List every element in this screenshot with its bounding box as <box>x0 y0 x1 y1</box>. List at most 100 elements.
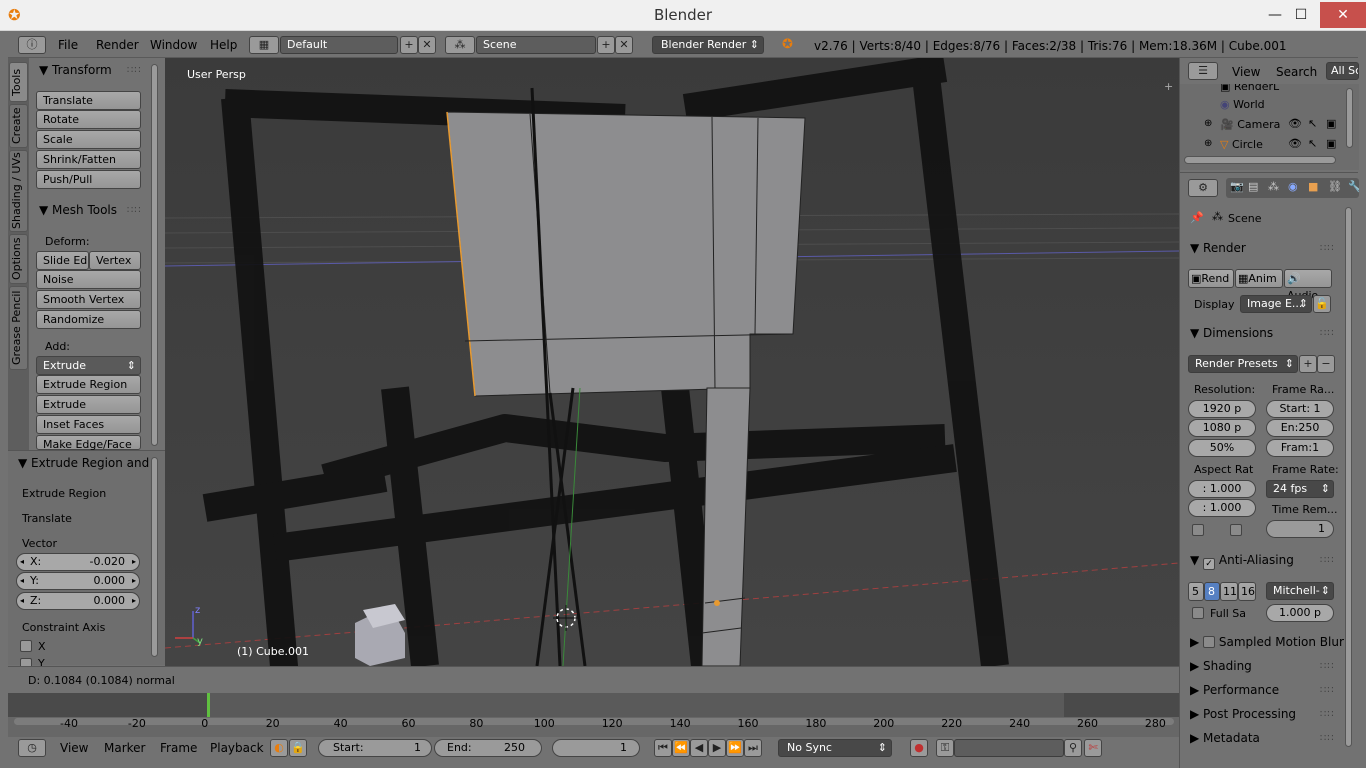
extrude-select[interactable]: Extrude ⇕ <box>36 356 141 375</box>
close-button[interactable]: ✕ <box>1320 2 1366 28</box>
timeline-menu-marker[interactable]: Marker <box>104 741 145 755</box>
operator-panel-header[interactable]: ▼ Extrude Region and <box>18 456 149 470</box>
editor-type-timeline-icon[interactable]: ◷ <box>18 739 46 757</box>
anti-aliasing-panel-header[interactable]: ▼ ✓ Anti-Aliasing <box>1190 553 1294 570</box>
anti-aliasing-checkbox[interactable]: ✓ <box>1203 558 1216 570</box>
decrement-icon[interactable]: ◂ <box>20 573 24 589</box>
end-frame-field[interactable]: End: 250 <box>434 739 542 757</box>
layers-tab-icon[interactable]: ▤ <box>1248 180 1258 193</box>
drag-handle-icon[interactable]: ∷∷ <box>1320 733 1335 744</box>
tab-tools[interactable]: Tools <box>9 62 28 102</box>
toolshelf-scrollbar[interactable] <box>151 64 158 446</box>
aa-filter-select[interactable]: Mitchell- ⇕ <box>1266 582 1334 600</box>
object-tab-icon[interactable]: ■ <box>1308 180 1318 193</box>
resolution-y-field[interactable]: 1080 p <box>1188 419 1256 437</box>
outliner-hscrollbar[interactable] <box>1184 156 1336 164</box>
outliner-menu-view[interactable]: View <box>1232 65 1260 79</box>
sync-mode-select[interactable]: No Sync ⇕ <box>778 739 892 757</box>
drag-handle-icon[interactable]: ∷∷ <box>1320 661 1335 672</box>
crop-checkbox[interactable] <box>1230 524 1242 536</box>
drag-handle-icon[interactable]: ∷∷ <box>1320 685 1335 696</box>
3d-viewport[interactable]: z y User Persp (1) Cube.001 + <box>165 58 1179 666</box>
resolution-percent-field[interactable]: 50% <box>1188 439 1256 457</box>
prev-keyframe-icon[interactable]: ⏪ <box>672 739 690 757</box>
aspect-y-field[interactable]: : 1.000 <box>1188 499 1256 517</box>
render-animation-button[interactable]: ▦Anim <box>1235 269 1283 288</box>
vertex-point[interactable] <box>714 600 720 606</box>
expand-circle-icon[interactable]: ⊕ <box>1204 138 1212 149</box>
add-preset-icon[interactable]: + <box>1299 355 1317 373</box>
add-scene-icon[interactable]: + <box>597 36 615 54</box>
drag-handle-icon[interactable]: ∷∷ <box>127 65 142 76</box>
outliner-filter-select[interactable]: All Sc <box>1326 62 1359 80</box>
menu-help[interactable]: Help <box>210 38 237 52</box>
render-audio-button[interactable]: 🔊Audio <box>1284 269 1332 302</box>
viewport-scene[interactable]: z y <box>165 58 1179 666</box>
keying-set-field[interactable] <box>954 739 1064 757</box>
motion-blur-panel-header[interactable]: ▶ Sampled Motion Blur <box>1190 635 1344 649</box>
aa-samples-16[interactable]: 16 <box>1238 582 1256 601</box>
tab-shading-uvs[interactable]: Shading / UVs <box>9 150 28 232</box>
timeline[interactable]: -40 -20 0 20 40 60 80 100 120 140 160 180 200 220 240 2… <box>8 693 1179 737</box>
vertex-slide-button[interactable]: Vertex <box>89 251 141 270</box>
frame-end-field[interactable]: En:250 <box>1266 419 1334 437</box>
editor-type-outliner-icon[interactable]: ☰ <box>1188 62 1218 80</box>
mesh-tools-panel-header[interactable]: ▼ Mesh Tools <box>39 203 117 217</box>
lock-icon[interactable]: 🔒 <box>289 739 307 757</box>
render-engine-select[interactable]: Blender Render ⇕ <box>652 36 764 54</box>
play-icon[interactable]: ▶ <box>708 739 726 757</box>
frame-rate-select[interactable]: 24 fps ⇕ <box>1266 480 1334 498</box>
vector-x-field[interactable]: ◂ X: -0.020 ▸ <box>16 553 140 571</box>
scene-field[interactable]: Scene <box>476 36 596 54</box>
delete-keyframe-icon[interactable]: ✄ <box>1084 739 1102 757</box>
constraint-tab-icon[interactable]: ⛓ <box>1328 180 1342 193</box>
rotate-button[interactable]: Rotate <box>36 110 141 129</box>
plus-icon[interactable]: + <box>1164 80 1173 93</box>
maximize-button[interactable]: ☐ <box>1282 2 1320 28</box>
decrement-icon[interactable]: ◂ <box>20 554 24 570</box>
start-frame-field[interactable]: Start: 1 <box>318 739 432 757</box>
border-checkbox[interactable] <box>1192 524 1204 536</box>
remove-preset-icon[interactable]: − <box>1317 355 1335 373</box>
noise-button[interactable]: Noise <box>36 270 141 289</box>
aspect-x-field[interactable]: : 1.000 <box>1188 480 1256 498</box>
translate-button[interactable]: Translate <box>36 91 141 110</box>
shrink-fatten-button[interactable]: Shrink/Fatten <box>36 150 141 169</box>
tab-grease-pencil[interactable]: Grease Pencil <box>9 286 28 370</box>
render-presets-select[interactable]: Render Presets ⇕ <box>1188 355 1298 373</box>
post-processing-panel-header[interactable]: ▶ Post Processing <box>1190 707 1296 721</box>
resolution-x-field[interactable]: 1920 p <box>1188 400 1256 418</box>
jump-end-icon[interactable]: ⏭ <box>744 739 762 757</box>
scene-tab-icon[interactable]: ⁂ <box>1268 180 1279 193</box>
lock-interface-icon[interactable]: 🔓 <box>1313 295 1331 313</box>
inset-faces-button[interactable]: Inset Faces <box>36 415 141 434</box>
menu-render[interactable]: Render <box>96 38 139 52</box>
render-camera-icon[interactable]: ▣ <box>1326 137 1336 150</box>
drag-handle-icon[interactable]: ∷∷ <box>127 205 142 216</box>
drag-handle-icon[interactable]: ∷∷ <box>1320 243 1335 254</box>
drag-handle-icon[interactable]: ∷∷ <box>1320 555 1335 566</box>
aa-samples-11[interactable]: 11 <box>1220 582 1238 601</box>
outliner-item-renderlayers[interactable]: ▣ RenderL <box>1220 84 1279 93</box>
render-panel-header[interactable]: ▼ Render <box>1190 241 1246 255</box>
timeline-menu-playback[interactable]: Playback <box>210 741 264 755</box>
aa-samples-8[interactable]: 8 <box>1204 582 1220 601</box>
constraint-x-checkbox[interactable] <box>20 640 32 652</box>
dimensions-panel-header[interactable]: ▼ Dimensions <box>1190 326 1273 340</box>
layout-field[interactable]: Default <box>280 36 398 54</box>
display-select[interactable]: Image E... ⇕ <box>1240 295 1312 313</box>
outliner-item-world[interactable]: ◉ World <box>1220 98 1265 111</box>
editor-type-properties-icon[interactable]: ⚙ <box>1188 179 1218 197</box>
vector-z-field[interactable]: ◂ Z: 0.000 ▸ <box>16 592 140 610</box>
full-sample-checkbox[interactable] <box>1192 607 1204 619</box>
frame-start-field[interactable]: Start: 1 <box>1266 400 1334 418</box>
outliner-vscrollbar[interactable] <box>1346 88 1353 148</box>
select-arrow-icon[interactable]: ↖ <box>1308 117 1317 130</box>
expand-camera-icon[interactable]: ⊕ <box>1204 118 1212 129</box>
frame-step-field[interactable]: Fram:1 <box>1266 439 1334 457</box>
timeline-menu-frame[interactable]: Frame <box>160 741 197 755</box>
shading-panel-header[interactable]: ▶ Shading <box>1190 659 1252 673</box>
operator-scrollbar[interactable] <box>151 457 158 657</box>
timeline-scrollbar[interactable] <box>14 718 1174 725</box>
slide-edge-button[interactable]: Slide Ed <box>36 251 89 270</box>
